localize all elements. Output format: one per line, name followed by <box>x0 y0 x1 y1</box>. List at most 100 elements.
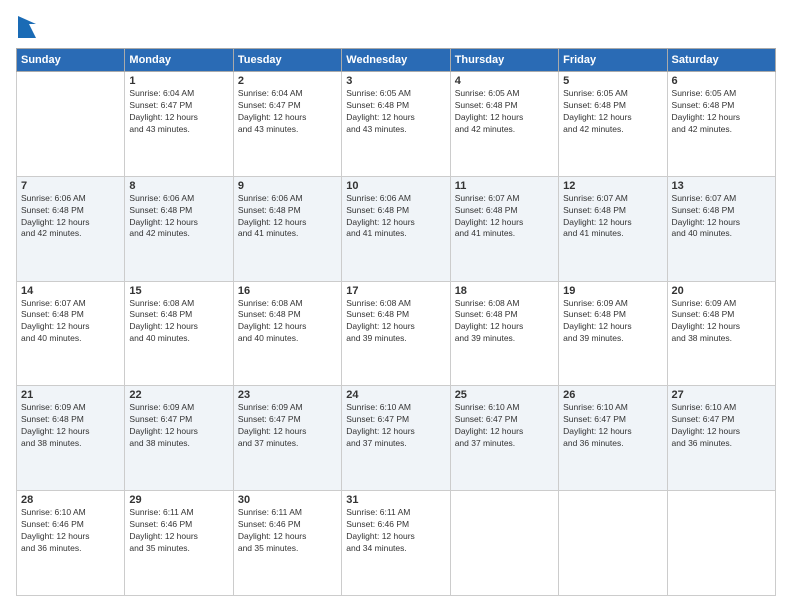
calendar-cell: 10Sunrise: 6:06 AM Sunset: 6:48 PM Dayli… <box>342 176 450 281</box>
day-info: Sunrise: 6:04 AM Sunset: 6:47 PM Dayligh… <box>238 88 337 136</box>
calendar-cell: 21Sunrise: 6:09 AM Sunset: 6:48 PM Dayli… <box>17 386 125 491</box>
day-info: Sunrise: 6:08 AM Sunset: 6:48 PM Dayligh… <box>455 298 554 346</box>
calendar-cell: 27Sunrise: 6:10 AM Sunset: 6:47 PM Dayli… <box>667 386 775 491</box>
calendar-cell <box>559 491 667 596</box>
calendar-cell: 9Sunrise: 6:06 AM Sunset: 6:48 PM Daylig… <box>233 176 341 281</box>
page: SundayMondayTuesdayWednesdayThursdayFrid… <box>0 0 792 612</box>
day-info: Sunrise: 6:06 AM Sunset: 6:48 PM Dayligh… <box>129 193 228 241</box>
calendar-cell: 23Sunrise: 6:09 AM Sunset: 6:47 PM Dayli… <box>233 386 341 491</box>
calendar-cell: 18Sunrise: 6:08 AM Sunset: 6:48 PM Dayli… <box>450 281 558 386</box>
calendar-cell <box>667 491 775 596</box>
day-number: 21 <box>21 389 120 401</box>
day-number: 11 <box>455 180 554 192</box>
day-number: 2 <box>238 75 337 87</box>
day-number: 14 <box>21 285 120 297</box>
calendar-week-row: 14Sunrise: 6:07 AM Sunset: 6:48 PM Dayli… <box>17 281 776 386</box>
day-info: Sunrise: 6:09 AM Sunset: 6:47 PM Dayligh… <box>129 402 228 450</box>
day-number: 26 <box>563 389 662 401</box>
calendar-cell: 15Sunrise: 6:08 AM Sunset: 6:48 PM Dayli… <box>125 281 233 386</box>
day-info: Sunrise: 6:06 AM Sunset: 6:48 PM Dayligh… <box>238 193 337 241</box>
calendar-week-row: 28Sunrise: 6:10 AM Sunset: 6:46 PM Dayli… <box>17 491 776 596</box>
day-info: Sunrise: 6:09 AM Sunset: 6:48 PM Dayligh… <box>672 298 771 346</box>
calendar-cell: 25Sunrise: 6:10 AM Sunset: 6:47 PM Dayli… <box>450 386 558 491</box>
day-info: Sunrise: 6:04 AM Sunset: 6:47 PM Dayligh… <box>129 88 228 136</box>
calendar-day-header: Saturday <box>667 49 775 72</box>
calendar-cell: 6Sunrise: 6:05 AM Sunset: 6:48 PM Daylig… <box>667 72 775 177</box>
calendar-cell: 24Sunrise: 6:10 AM Sunset: 6:47 PM Dayli… <box>342 386 450 491</box>
calendar-cell <box>450 491 558 596</box>
day-info: Sunrise: 6:07 AM Sunset: 6:48 PM Dayligh… <box>21 298 120 346</box>
day-info: Sunrise: 6:05 AM Sunset: 6:48 PM Dayligh… <box>563 88 662 136</box>
calendar-day-header: Friday <box>559 49 667 72</box>
day-info: Sunrise: 6:11 AM Sunset: 6:46 PM Dayligh… <box>238 507 337 555</box>
day-number: 8 <box>129 180 228 192</box>
day-info: Sunrise: 6:11 AM Sunset: 6:46 PM Dayligh… <box>346 507 445 555</box>
calendar-cell: 19Sunrise: 6:09 AM Sunset: 6:48 PM Dayli… <box>559 281 667 386</box>
calendar-cell: 12Sunrise: 6:07 AM Sunset: 6:48 PM Dayli… <box>559 176 667 281</box>
day-info: Sunrise: 6:07 AM Sunset: 6:48 PM Dayligh… <box>455 193 554 241</box>
logo <box>16 16 36 38</box>
day-number: 29 <box>129 494 228 506</box>
calendar-cell: 26Sunrise: 6:10 AM Sunset: 6:47 PM Dayli… <box>559 386 667 491</box>
calendar-cell: 7Sunrise: 6:06 AM Sunset: 6:48 PM Daylig… <box>17 176 125 281</box>
day-info: Sunrise: 6:11 AM Sunset: 6:46 PM Dayligh… <box>129 507 228 555</box>
calendar-week-row: 7Sunrise: 6:06 AM Sunset: 6:48 PM Daylig… <box>17 176 776 281</box>
day-info: Sunrise: 6:07 AM Sunset: 6:48 PM Dayligh… <box>563 193 662 241</box>
day-info: Sunrise: 6:10 AM Sunset: 6:47 PM Dayligh… <box>455 402 554 450</box>
day-info: Sunrise: 6:10 AM Sunset: 6:47 PM Dayligh… <box>672 402 771 450</box>
day-number: 3 <box>346 75 445 87</box>
calendar-cell: 17Sunrise: 6:08 AM Sunset: 6:48 PM Dayli… <box>342 281 450 386</box>
calendar-cell: 16Sunrise: 6:08 AM Sunset: 6:48 PM Dayli… <box>233 281 341 386</box>
day-info: Sunrise: 6:05 AM Sunset: 6:48 PM Dayligh… <box>346 88 445 136</box>
day-number: 15 <box>129 285 228 297</box>
day-info: Sunrise: 6:10 AM Sunset: 6:47 PM Dayligh… <box>346 402 445 450</box>
calendar-cell: 30Sunrise: 6:11 AM Sunset: 6:46 PM Dayli… <box>233 491 341 596</box>
day-info: Sunrise: 6:10 AM Sunset: 6:46 PM Dayligh… <box>21 507 120 555</box>
calendar-cell: 13Sunrise: 6:07 AM Sunset: 6:48 PM Dayli… <box>667 176 775 281</box>
logo-text <box>16 16 36 38</box>
calendar-day-header: Tuesday <box>233 49 341 72</box>
calendar-cell: 3Sunrise: 6:05 AM Sunset: 6:48 PM Daylig… <box>342 72 450 177</box>
calendar-cell: 28Sunrise: 6:10 AM Sunset: 6:46 PM Dayli… <box>17 491 125 596</box>
day-info: Sunrise: 6:06 AM Sunset: 6:48 PM Dayligh… <box>21 193 120 241</box>
calendar-cell: 31Sunrise: 6:11 AM Sunset: 6:46 PM Dayli… <box>342 491 450 596</box>
calendar-week-row: 21Sunrise: 6:09 AM Sunset: 6:48 PM Dayli… <box>17 386 776 491</box>
day-number: 31 <box>346 494 445 506</box>
day-info: Sunrise: 6:07 AM Sunset: 6:48 PM Dayligh… <box>672 193 771 241</box>
day-info: Sunrise: 6:08 AM Sunset: 6:48 PM Dayligh… <box>129 298 228 346</box>
day-number: 16 <box>238 285 337 297</box>
calendar-day-header: Thursday <box>450 49 558 72</box>
calendar-header-row: SundayMondayTuesdayWednesdayThursdayFrid… <box>17 49 776 72</box>
calendar-week-row: 1Sunrise: 6:04 AM Sunset: 6:47 PM Daylig… <box>17 72 776 177</box>
day-number: 13 <box>672 180 771 192</box>
calendar-cell: 22Sunrise: 6:09 AM Sunset: 6:47 PM Dayli… <box>125 386 233 491</box>
day-number: 4 <box>455 75 554 87</box>
calendar-cell: 29Sunrise: 6:11 AM Sunset: 6:46 PM Dayli… <box>125 491 233 596</box>
calendar-cell: 20Sunrise: 6:09 AM Sunset: 6:48 PM Dayli… <box>667 281 775 386</box>
day-info: Sunrise: 6:05 AM Sunset: 6:48 PM Dayligh… <box>672 88 771 136</box>
calendar-cell: 14Sunrise: 6:07 AM Sunset: 6:48 PM Dayli… <box>17 281 125 386</box>
day-number: 6 <box>672 75 771 87</box>
day-info: Sunrise: 6:08 AM Sunset: 6:48 PM Dayligh… <box>238 298 337 346</box>
day-number: 24 <box>346 389 445 401</box>
day-number: 22 <box>129 389 228 401</box>
calendar-cell: 5Sunrise: 6:05 AM Sunset: 6:48 PM Daylig… <box>559 72 667 177</box>
calendar-cell: 2Sunrise: 6:04 AM Sunset: 6:47 PM Daylig… <box>233 72 341 177</box>
calendar-cell: 4Sunrise: 6:05 AM Sunset: 6:48 PM Daylig… <box>450 72 558 177</box>
day-number: 17 <box>346 285 445 297</box>
day-number: 5 <box>563 75 662 87</box>
day-number: 20 <box>672 285 771 297</box>
calendar-day-header: Wednesday <box>342 49 450 72</box>
day-number: 30 <box>238 494 337 506</box>
day-info: Sunrise: 6:10 AM Sunset: 6:47 PM Dayligh… <box>563 402 662 450</box>
day-info: Sunrise: 6:05 AM Sunset: 6:48 PM Dayligh… <box>455 88 554 136</box>
day-number: 18 <box>455 285 554 297</box>
day-number: 7 <box>21 180 120 192</box>
day-number: 19 <box>563 285 662 297</box>
day-number: 1 <box>129 75 228 87</box>
logo-icon <box>18 16 36 38</box>
day-number: 10 <box>346 180 445 192</box>
calendar-day-header: Sunday <box>17 49 125 72</box>
header <box>16 16 776 38</box>
day-info: Sunrise: 6:09 AM Sunset: 6:48 PM Dayligh… <box>563 298 662 346</box>
